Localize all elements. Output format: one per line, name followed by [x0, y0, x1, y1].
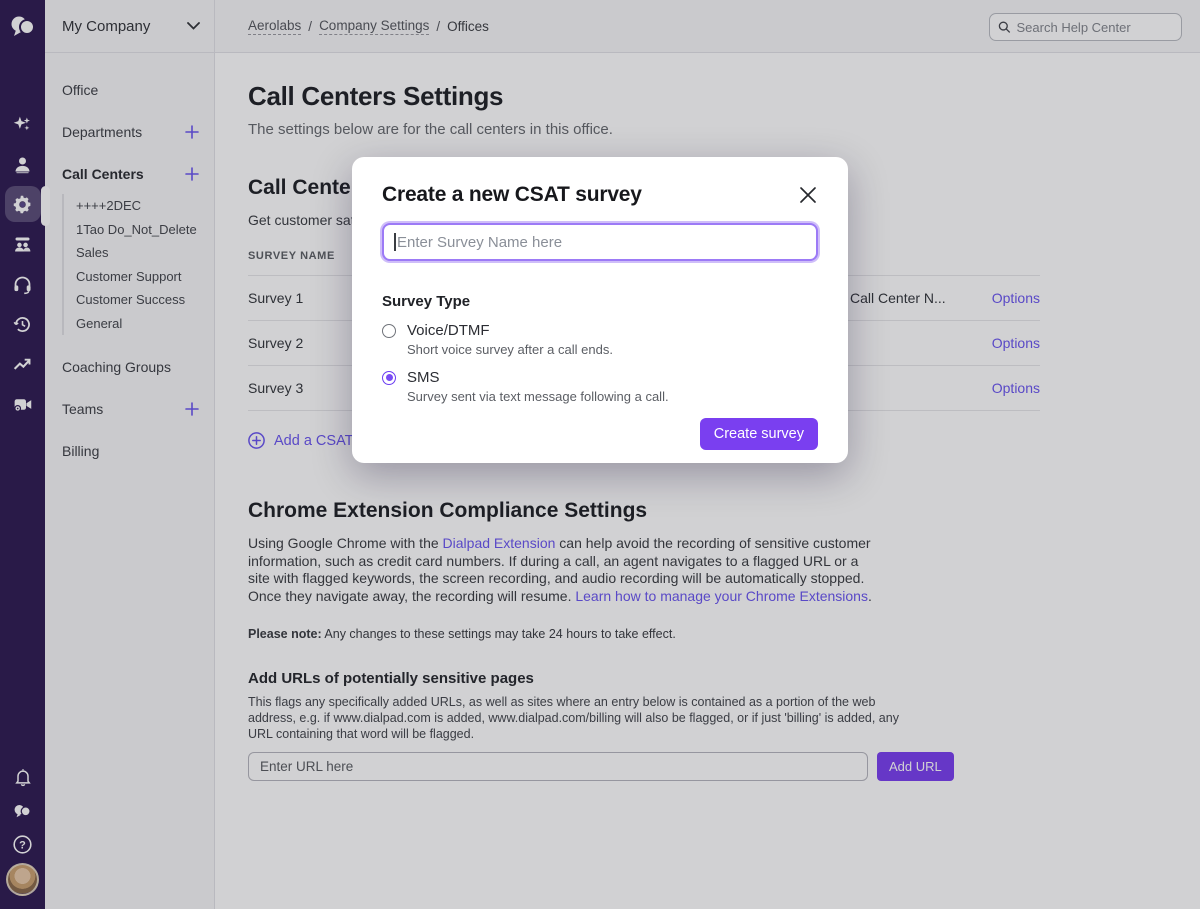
create-survey-button[interactable]: Create survey	[700, 418, 818, 450]
survey-type-label: Survey Type	[382, 293, 818, 310]
sms-description: Survey sent via text message following a…	[407, 389, 818, 404]
survey-name-field-wrap	[382, 223, 818, 261]
survey-type-option-voice: Voice/DTMF Short voice survey after a ca…	[382, 322, 818, 357]
voice-dtmf-radio-row[interactable]: Voice/DTMF	[382, 322, 818, 339]
modal-footer: Create survey	[382, 404, 818, 450]
survey-type-option-sms: SMS Survey sent via text message followi…	[382, 369, 818, 404]
radio-sms[interactable]	[382, 371, 396, 385]
modal-title: Create a new CSAT survey	[382, 183, 818, 207]
text-cursor	[394, 233, 396, 251]
radio-voice-dtmf[interactable]	[382, 324, 396, 338]
voice-dtmf-label: Voice/DTMF	[407, 322, 490, 339]
close-icon[interactable]	[799, 186, 817, 204]
sms-label: SMS	[407, 369, 440, 386]
survey-name-input[interactable]	[382, 223, 818, 261]
sms-radio-row[interactable]: SMS	[382, 369, 818, 386]
voice-dtmf-description: Short voice survey after a call ends.	[407, 342, 818, 357]
create-csat-survey-modal: Create a new CSAT survey Survey Type Voi…	[352, 157, 848, 463]
